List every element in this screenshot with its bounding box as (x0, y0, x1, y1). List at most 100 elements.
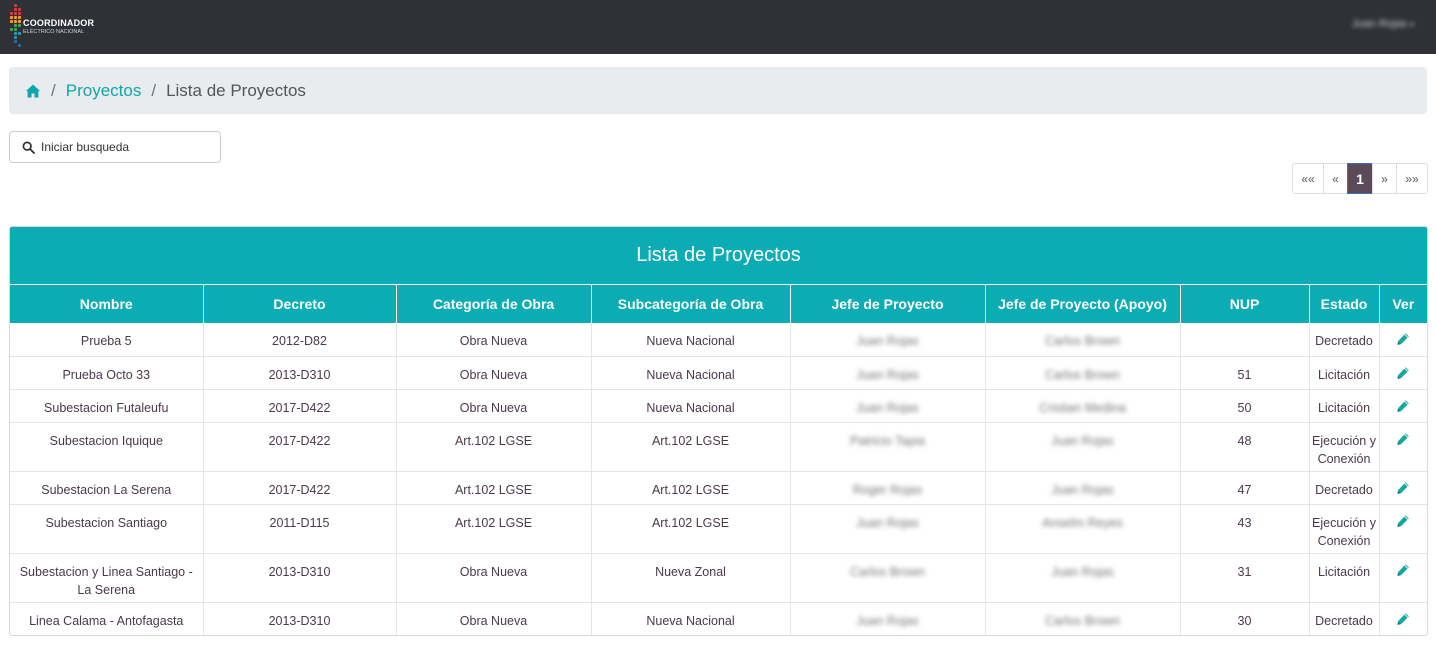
logo-subtitle: ELÉCTRICO NACIONAL (23, 29, 85, 35)
cell-decreto: 2017-D422 (203, 422, 397, 472)
cell-ver (1379, 471, 1427, 505)
cell-jefe-proyecto: Carlos Brown (790, 553, 986, 603)
cell-categoria: Art.102 LGSE (396, 504, 592, 554)
cell-subcategoria: Art.102 LGSE (591, 471, 791, 505)
page-next-button[interactable]: » (1372, 163, 1397, 194)
pencil-icon[interactable] (1396, 514, 1410, 528)
cell-nup (1180, 323, 1310, 357)
breadcrumb-separator: / (151, 80, 157, 100)
table-row: Subestacion Futaleufu 2017-D422 Obra Nueva… (10, 389, 1427, 423)
cell-categoria: Obra Nueva (396, 602, 592, 635)
cell-estado: Licitación (1309, 553, 1380, 603)
cell-estado: Ejecución y Conexión (1309, 504, 1380, 554)
table-row: Subestacion y Linea Santiago - La Serena… (10, 553, 1427, 603)
home-icon[interactable] (25, 83, 41, 99)
table-row: Linea Calama - Antofagasta 2013-D310 Obra … (10, 602, 1427, 635)
breadcrumb-separator: / (51, 80, 56, 100)
cell-nombre: Subestacion Futaleufu (10, 389, 204, 423)
cell-nup: 31 (1180, 553, 1310, 603)
cell-subcategoria: Nueva Zonal (591, 553, 791, 603)
cell-ver (1379, 422, 1427, 472)
search-box (9, 131, 221, 163)
breadcrumb-current: Lista de Proyectos (166, 80, 306, 100)
table-header-row: Nombre Decreto Categoría de Obra Subcategor… (10, 285, 1427, 323)
cell-decreto: 2013-D310 (203, 602, 397, 635)
cell-ver (1379, 356, 1427, 390)
column-header[interactable]: Decreto (203, 285, 397, 323)
cell-nombre: Prueba Octo 33 (10, 356, 204, 390)
cell-nombre: Subestacion Iquique (10, 422, 204, 472)
pencil-icon[interactable] (1396, 399, 1410, 413)
table-row: Subestacion Iquique 2017-D422 Art.102 LGSE… (10, 422, 1427, 472)
pencil-icon[interactable] (1396, 432, 1410, 446)
column-header[interactable]: Estado (1309, 285, 1380, 323)
panel-title: Lista de Proyectos (10, 227, 1427, 285)
cell-nup: 51 (1180, 356, 1310, 390)
cell-decreto: 2012-D82 (203, 323, 397, 357)
cell-jefe-apoyo: Anselm Reyes (985, 504, 1181, 554)
cell-nup: 48 (1180, 422, 1310, 472)
projects-table: Nombre Decreto Categoría de Obra Subcategor… (10, 285, 1427, 635)
cell-estado: Licitación (1309, 389, 1380, 423)
cell-estado: Decretado (1309, 323, 1380, 357)
cell-ver (1379, 553, 1427, 603)
pencil-icon[interactable] (1396, 612, 1410, 626)
column-header[interactable]: NUP (1180, 285, 1310, 323)
column-header[interactable]: Nombre (10, 285, 204, 323)
cell-ver (1379, 504, 1427, 554)
cell-jefe-apoyo: Carlos Brown (985, 602, 1181, 635)
coordinador-logo[interactable]: COORDINADOR ELÉCTRICO NACIONAL (10, 4, 130, 50)
user-menu[interactable]: Juan Rojas ▾ (1352, 18, 1414, 30)
cell-jefe-proyecto: Juan Rojas (790, 504, 986, 554)
cell-categoria: Obra Nueva (396, 323, 592, 357)
search-input[interactable] (41, 140, 211, 154)
cell-categoria: Art.102 LGSE (396, 471, 592, 505)
cell-ver (1379, 323, 1427, 357)
cell-estado: Licitación (1309, 356, 1380, 390)
cell-nombre: Prueba 5 (10, 323, 204, 357)
logo-title: COORDINADOR (23, 18, 95, 28)
cell-categoria: Obra Nueva (396, 356, 592, 390)
cell-jefe-proyecto: Patricio Tapia (790, 422, 986, 472)
cell-jefe-apoyo: Juan Rojas (985, 471, 1181, 505)
cell-categoria: Art.102 LGSE (396, 422, 592, 472)
cell-decreto: 2017-D422 (203, 389, 397, 423)
page-current-button[interactable]: 1 (1347, 163, 1373, 194)
column-header[interactable]: Jefe de Proyecto (Apoyo) (985, 285, 1181, 323)
cell-jefe-apoyo: Juan Rojas (985, 422, 1181, 472)
cell-jefe-proyecto: Juan Rojas (790, 602, 986, 635)
projects-panel: Lista de Proyectos Nombre Decreto Categorí… (9, 226, 1428, 636)
user-name: Juan Rojas (1351, 18, 1407, 30)
pencil-icon[interactable] (1396, 332, 1410, 346)
column-header[interactable]: Jefe de Proyecto (790, 285, 986, 323)
cell-jefe-proyecto: Juan Rojas (790, 323, 986, 357)
cell-decreto: 2017-D422 (203, 471, 397, 505)
cell-jefe-proyecto: Roger Rojas (790, 471, 986, 505)
cell-subcategoria: Nueva Nacional (591, 356, 791, 390)
cell-ver (1379, 389, 1427, 423)
cell-nup: 43 (1180, 504, 1310, 554)
cell-nup: 50 (1180, 389, 1310, 423)
cell-subcategoria: Nueva Nacional (591, 602, 791, 635)
cell-ver (1379, 602, 1427, 635)
page-last-button[interactable]: »» (1396, 163, 1428, 194)
cell-nup: 47 (1180, 471, 1310, 505)
cell-jefe-apoyo: Cristian Medina (985, 389, 1181, 423)
cell-estado: Decretado (1309, 602, 1380, 635)
page-prev-button[interactable]: « (1323, 163, 1348, 194)
breadcrumb: / Proyectos / Lista de Proyectos (9, 67, 1427, 114)
column-header[interactable]: Ver (1379, 285, 1427, 323)
top-navbar: COORDINADOR ELÉCTRICO NACIONAL Juan Roja… (0, 0, 1436, 54)
pencil-icon[interactable] (1396, 481, 1410, 495)
pencil-icon[interactable] (1396, 366, 1410, 380)
breadcrumb-link-proyectos[interactable]: Proyectos (66, 81, 142, 101)
table-row: Prueba 5 2012-D82 Obra Nueva Nueva Nacional… (10, 323, 1427, 357)
table-row: Subestacion La Serena 2017-D422 Art.102 LG… (10, 471, 1427, 505)
column-header[interactable]: Categoría de Obra (396, 285, 592, 323)
cell-categoria: Obra Nueva (396, 389, 592, 423)
page-first-button[interactable]: «« (1292, 163, 1324, 194)
pencil-icon[interactable] (1396, 563, 1410, 577)
cell-estado: Ejecución y Conexión (1309, 422, 1380, 472)
cell-jefe-apoyo: Juan Rojas (985, 553, 1181, 603)
column-header[interactable]: Subcategoría de Obra (591, 285, 791, 323)
